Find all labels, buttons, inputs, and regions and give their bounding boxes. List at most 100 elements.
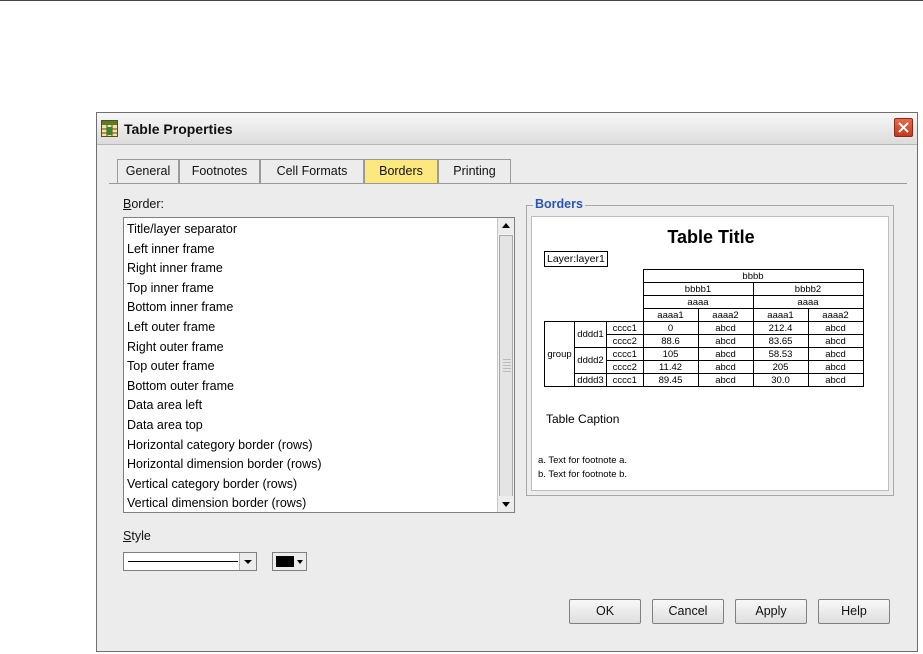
cell: abcd xyxy=(807,347,864,361)
cell: 30.0 xyxy=(752,373,809,387)
color-swatch xyxy=(276,556,294,567)
cell: abcd xyxy=(697,321,754,335)
list-item[interactable]: Vertical category border (rows) xyxy=(126,475,496,495)
vertical-scrollbar[interactable] xyxy=(497,218,514,512)
cell: abcd xyxy=(697,334,754,348)
arrow-down-icon xyxy=(502,502,510,507)
chevron-down-icon xyxy=(244,560,252,564)
scroll-up-button[interactable] xyxy=(498,218,514,234)
scrollbar-thumb[interactable] xyxy=(499,235,513,497)
cell: abcd xyxy=(807,334,864,348)
preview-layer: Layer:layer1 xyxy=(544,251,608,267)
list-item[interactable]: Bottom outer frame xyxy=(126,377,496,397)
row-dim: dddd2 xyxy=(574,347,607,374)
tab-general[interactable]: General xyxy=(117,159,179,184)
row-cat: cccc1 xyxy=(606,373,644,387)
row-cat: cccc2 xyxy=(606,360,644,374)
col-leaf: aaaa2 xyxy=(807,308,864,322)
group-title: Borders xyxy=(533,197,585,211)
list-item[interactable]: Vertical dimension border (rows) xyxy=(126,494,496,512)
top-rule xyxy=(0,0,923,1)
chevron-down-icon xyxy=(297,560,303,564)
borders-preview[interactable]: Table Title Layer:layer1 bbbb bbbb1 bbbb… xyxy=(531,216,889,491)
col-sub2-1: aaaa xyxy=(642,295,754,309)
line-style-sample xyxy=(128,561,238,562)
cell: abcd xyxy=(807,360,864,374)
cell: abcd xyxy=(697,373,754,387)
border-list[interactable]: Title/layer separator Left inner frame Rig… xyxy=(123,217,515,513)
table-properties-dialog: Table Properties General Footnotes Cell … xyxy=(96,112,918,652)
row-group: group xyxy=(544,321,575,387)
col-sub2-2: aaaa xyxy=(752,295,864,309)
window-title: Table Properties xyxy=(124,121,233,137)
scroll-down-button[interactable] xyxy=(498,496,514,512)
tab-cell-formats[interactable]: Cell Formats xyxy=(260,159,364,184)
list-item[interactable]: Top outer frame xyxy=(126,357,496,377)
cell: 88.6 xyxy=(642,334,699,348)
close-icon xyxy=(898,122,909,133)
line-color-button[interactable] xyxy=(272,552,307,571)
list-item[interactable]: Title/layer separator xyxy=(126,220,496,240)
cell: abcd xyxy=(807,373,864,387)
border-list-items: Title/layer separator Left inner frame Rig… xyxy=(126,220,496,512)
cell: abcd xyxy=(697,360,754,374)
scroll-grip-icon xyxy=(503,359,511,373)
border-label: Border: xyxy=(123,197,164,211)
tab-footnotes[interactable]: Footnotes xyxy=(179,159,260,184)
cell: 83.65 xyxy=(752,334,809,348)
cell: 58.53 xyxy=(752,347,809,361)
list-item[interactable]: Right outer frame xyxy=(126,338,496,358)
apply-button[interactable]: Apply xyxy=(735,599,807,624)
cell: 105 xyxy=(642,347,699,361)
row-cat: cccc2 xyxy=(606,334,644,348)
preview-table-title: Table Title xyxy=(667,227,755,247)
list-item[interactable]: Top inner frame xyxy=(126,279,496,299)
list-item[interactable]: Data area left xyxy=(126,396,496,416)
tab-borders[interactable]: Borders xyxy=(364,159,438,184)
close-button[interactable] xyxy=(894,118,913,137)
list-item[interactable]: Horizontal category border (rows) xyxy=(126,436,496,456)
list-item[interactable]: Data area top xyxy=(126,416,496,436)
tab-printing[interactable]: Printing xyxy=(438,159,511,184)
list-item[interactable]: Bottom inner frame xyxy=(126,298,496,318)
list-item[interactable]: Horizontal dimension border (rows) xyxy=(126,455,496,475)
row-dim: dddd1 xyxy=(574,321,607,348)
cancel-button[interactable]: Cancel xyxy=(652,599,724,624)
arrow-up-icon xyxy=(502,223,510,228)
row-dim: dddd3 xyxy=(574,373,607,387)
dropdown-arrow[interactable] xyxy=(239,553,256,570)
row-cat: cccc1 xyxy=(606,321,644,335)
cell: 205 xyxy=(752,360,809,374)
footnote-a: a. Text for footnote a. xyxy=(538,455,628,466)
help-button[interactable]: Help xyxy=(818,599,890,624)
cell: abcd xyxy=(697,347,754,361)
cell: 0 xyxy=(642,321,699,335)
ok-button[interactable]: OK xyxy=(569,599,641,624)
preview-table: bbbb bbbb1 bbbb2 aaaa aaaa aaaa1 aaaa2 a… xyxy=(544,269,864,387)
list-item[interactable]: Left inner frame xyxy=(126,240,496,260)
cell: abcd xyxy=(807,321,864,335)
cell: 11.42 xyxy=(642,360,699,374)
borders-preview-group: Borders Table Title Layer:layer1 bbbb bb… xyxy=(526,197,894,496)
col-sub-2: bbbb2 xyxy=(752,282,864,296)
preview-caption: Table Caption xyxy=(546,412,620,426)
col-leaf: aaaa1 xyxy=(642,308,699,322)
style-label: Style xyxy=(123,529,151,543)
table-icon xyxy=(101,120,118,137)
line-style-dropdown[interactable] xyxy=(123,552,257,571)
style-label-rest: tyle xyxy=(131,529,151,543)
row-cat: cccc1 xyxy=(606,347,644,361)
border-label-rest: order: xyxy=(131,197,164,211)
list-item[interactable]: Right inner frame xyxy=(126,259,496,279)
footnote-b: b. Text for footnote b. xyxy=(538,469,628,480)
col-leaf: aaaa2 xyxy=(697,308,754,322)
color-dropdown-arrow[interactable] xyxy=(295,554,305,569)
col-leaf: aaaa1 xyxy=(752,308,809,322)
col-sub-1: bbbb1 xyxy=(642,282,754,296)
cell: 89.45 xyxy=(642,373,699,387)
list-item[interactable]: Left outer frame xyxy=(126,318,496,338)
col-header: bbbb xyxy=(642,269,864,283)
title-bar[interactable]: Table Properties xyxy=(97,113,917,145)
cell: 212.4 xyxy=(752,321,809,335)
tab-panel-border xyxy=(109,183,907,184)
